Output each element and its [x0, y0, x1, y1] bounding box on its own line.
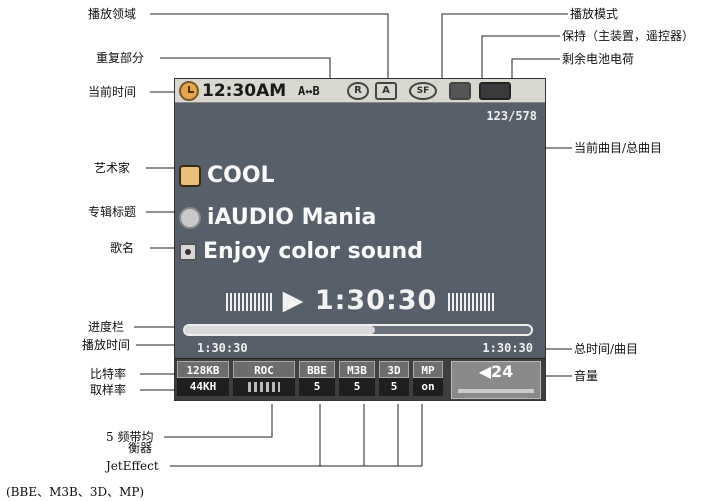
album-title: iAUDIO Mania: [207, 205, 377, 230]
player-screen: 12:30AM A↔B R A SF 123/578 COOL iAUDIO M…: [174, 78, 546, 401]
m3b-cell: M3B 5: [339, 361, 375, 399]
play-area-icon: A: [375, 82, 397, 100]
callout-jeteffect-list: (BBE、M3B、3D、MP): [6, 485, 145, 499]
m3b-value: 5: [339, 378, 375, 396]
bbe-label: BBE: [299, 361, 335, 378]
callout-play-time: 播放时间: [82, 338, 131, 352]
callout-artist: 艺术家: [94, 161, 131, 175]
speaker-icon: ◀: [478, 362, 492, 381]
album-disc-icon: [179, 207, 201, 229]
progress-fill: [185, 326, 376, 334]
callout-progress-bar: 进度栏: [88, 320, 125, 334]
battery-icon: [479, 82, 511, 100]
callout-hold: 保持（主装置，遥控器）: [562, 29, 695, 43]
song-title: Enjoy color sound: [203, 239, 423, 264]
track-count: 123/578: [486, 109, 537, 123]
eq-preset: ROC: [233, 361, 295, 378]
hold-icon: [449, 82, 471, 100]
level-meter-left: [226, 292, 273, 311]
callout-play-mode: 播放模式: [570, 7, 619, 21]
repeat-mode-icon: R: [347, 82, 369, 100]
callout-album-title: 专辑标题: [88, 205, 137, 219]
callout-repeat-section: 重复部分: [96, 51, 145, 65]
3d-label: 3D: [379, 361, 409, 378]
callout-play-area: 播放领域: [88, 7, 137, 21]
play-mode-icon: SF: [409, 82, 437, 100]
repeat-ab-indicator: A↔B: [298, 84, 320, 98]
bitrate-cell: 128KB 44KH: [177, 361, 229, 399]
artist-row: COOL: [179, 163, 275, 188]
callout-bitrate: 比特率: [90, 367, 127, 381]
callout-song-name: 歌名: [110, 241, 135, 255]
song-icon: [179, 243, 197, 261]
volume-cell[interactable]: ◀24: [451, 361, 541, 399]
play-icon: ▶: [282, 285, 305, 316]
callout-equalizer-b: 衡器: [128, 441, 153, 455]
progress-bar[interactable]: [183, 324, 533, 336]
callout-volume: 音量: [574, 369, 599, 383]
bitrate: 128KB: [177, 361, 229, 378]
eq-bars-icon: [233, 378, 295, 396]
mp-value: on: [413, 378, 443, 396]
callout-total-time: 总时间/曲目: [574, 342, 639, 356]
total-time: 1:30:30: [482, 341, 533, 355]
clock-icon: [179, 81, 199, 101]
callout-track-count: 当前曲目/总曲目: [574, 141, 663, 155]
play-status-row: ▶ 1:30:30: [175, 285, 545, 316]
song-row: Enjoy color sound: [179, 239, 423, 264]
artist-name: COOL: [207, 163, 275, 188]
play-time-large: 1:30:30: [314, 285, 438, 316]
artist-icon: [179, 165, 201, 187]
info-bar: 128KB 44KH ROC BBE 5 M3B 5 3D 5 MP on ◀2…: [175, 358, 545, 400]
equalizer-cell: ROC: [233, 361, 295, 399]
volume-value: 24: [491, 362, 514, 381]
volume-level-bar: [458, 389, 534, 393]
callout-current-time: 当前时间: [88, 85, 137, 99]
callout-sample-rate: 取样率: [90, 383, 127, 397]
mp-label: MP: [413, 361, 443, 378]
3d-cell: 3D 5: [379, 361, 409, 399]
3d-value: 5: [379, 378, 409, 396]
current-time: 12:30AM: [202, 81, 287, 101]
callout-jeteffect: JetEffect: [106, 459, 159, 473]
level-meter-right: [447, 292, 494, 311]
sample-rate: 44KH: [177, 378, 229, 396]
mp-cell: MP on: [413, 361, 443, 399]
bbe-value: 5: [299, 378, 335, 396]
m3b-label: M3B: [339, 361, 375, 378]
callout-battery: 剩余电池电荷: [562, 52, 635, 66]
status-bar: 12:30AM A↔B R A SF: [175, 79, 545, 103]
album-row: iAUDIO Mania: [179, 205, 376, 230]
elapsed-time: 1:30:30: [197, 341, 248, 355]
bbe-cell: BBE 5: [299, 361, 335, 399]
